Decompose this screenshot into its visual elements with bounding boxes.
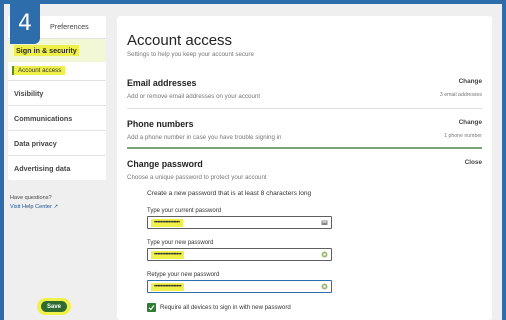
help-section: Have questions? Visit Help Center ↗ xyxy=(8,194,106,212)
email-change-button[interactable]: Change xyxy=(459,78,482,85)
retype-password-value: ••••••••••••••••• xyxy=(151,283,185,291)
divider-active xyxy=(127,147,482,149)
new-password-label: Type your new password xyxy=(147,240,214,246)
email-count: 3 email addresses xyxy=(439,92,482,98)
help-question: Have questions? xyxy=(10,195,52,201)
password-manager-icon[interactable] xyxy=(321,219,328,226)
phone-count: 1 phone number xyxy=(444,133,482,139)
help-link-label: Visit Help Center xyxy=(10,204,52,210)
password-section: Change password Choose a unique password… xyxy=(127,153,482,312)
sidebar-item-advertising-data[interactable]: Advertising data xyxy=(8,155,106,180)
phone-change-button[interactable]: Change xyxy=(459,119,482,126)
new-password-field[interactable]: ••••••••••••••••• xyxy=(147,248,332,261)
phone-section[interactable]: Phone numbers Add a phone number in case… xyxy=(127,113,482,149)
current-password-label: Type your current password xyxy=(147,208,222,214)
email-desc: Add or remove email addresses on your ac… xyxy=(127,93,261,100)
password-intro: Create a new password that is at least 8… xyxy=(147,190,312,197)
page-subtitle: Settings to help you keep your account s… xyxy=(127,51,254,58)
password-key-icon[interactable] xyxy=(321,283,328,290)
password-close-button[interactable]: Close xyxy=(465,159,482,166)
sidebar-item-label: Sign in & security xyxy=(14,45,79,56)
help-center-link[interactable]: Visit Help Center ↗ xyxy=(10,203,106,212)
screenshot-frame: 4 Preferences Sign in & security Account… xyxy=(4,4,502,320)
checkmark-icon xyxy=(148,305,155,311)
sidebar-subitem-account-access[interactable]: Account access xyxy=(8,62,106,80)
step-badge: 4 xyxy=(10,4,40,44)
password-key-icon[interactable] xyxy=(321,251,328,258)
settings-sidebar: Preferences Sign in & security Account a… xyxy=(8,16,106,320)
external-link-icon: ↗ xyxy=(53,204,59,210)
current-password-field[interactable]: •••••••••••••••• xyxy=(147,216,332,229)
page-title: Account access xyxy=(127,32,233,49)
new-password-value: ••••••••••••••••• xyxy=(151,251,185,259)
retype-password-label: Retype your new password xyxy=(147,272,220,278)
sidebar-item-communications[interactable]: Communications xyxy=(8,105,106,130)
phone-desc: Add a phone number in case you have trou… xyxy=(127,134,282,141)
sidebar-item-data-privacy[interactable]: Data privacy xyxy=(8,130,106,155)
password-desc: Choose a unique password to protect your… xyxy=(127,174,267,181)
divider xyxy=(127,108,482,109)
account-access-card: Account access Settings to help you keep… xyxy=(117,16,492,320)
sidebar-item-visibility[interactable]: Visibility xyxy=(8,80,106,105)
email-section[interactable]: Email addresses Add or remove email addr… xyxy=(127,72,482,109)
require-signin-label: Require all devices to sign in with new … xyxy=(160,304,291,311)
save-button-highlight: Save xyxy=(37,298,71,315)
save-button[interactable]: Save xyxy=(41,301,67,312)
current-password-value: •••••••••••••••• xyxy=(151,219,183,227)
phone-title: Phone numbers xyxy=(127,119,194,129)
require-signin-option[interactable]: Require all devices to sign in with new … xyxy=(147,303,482,312)
retype-password-field[interactable]: ••••••••••••••••• xyxy=(147,280,332,293)
sidebar-subitem-label: Account access xyxy=(12,66,66,75)
email-title: Email addresses xyxy=(127,78,197,88)
password-title: Change password xyxy=(127,159,203,169)
require-signin-checkbox[interactable] xyxy=(147,303,156,312)
